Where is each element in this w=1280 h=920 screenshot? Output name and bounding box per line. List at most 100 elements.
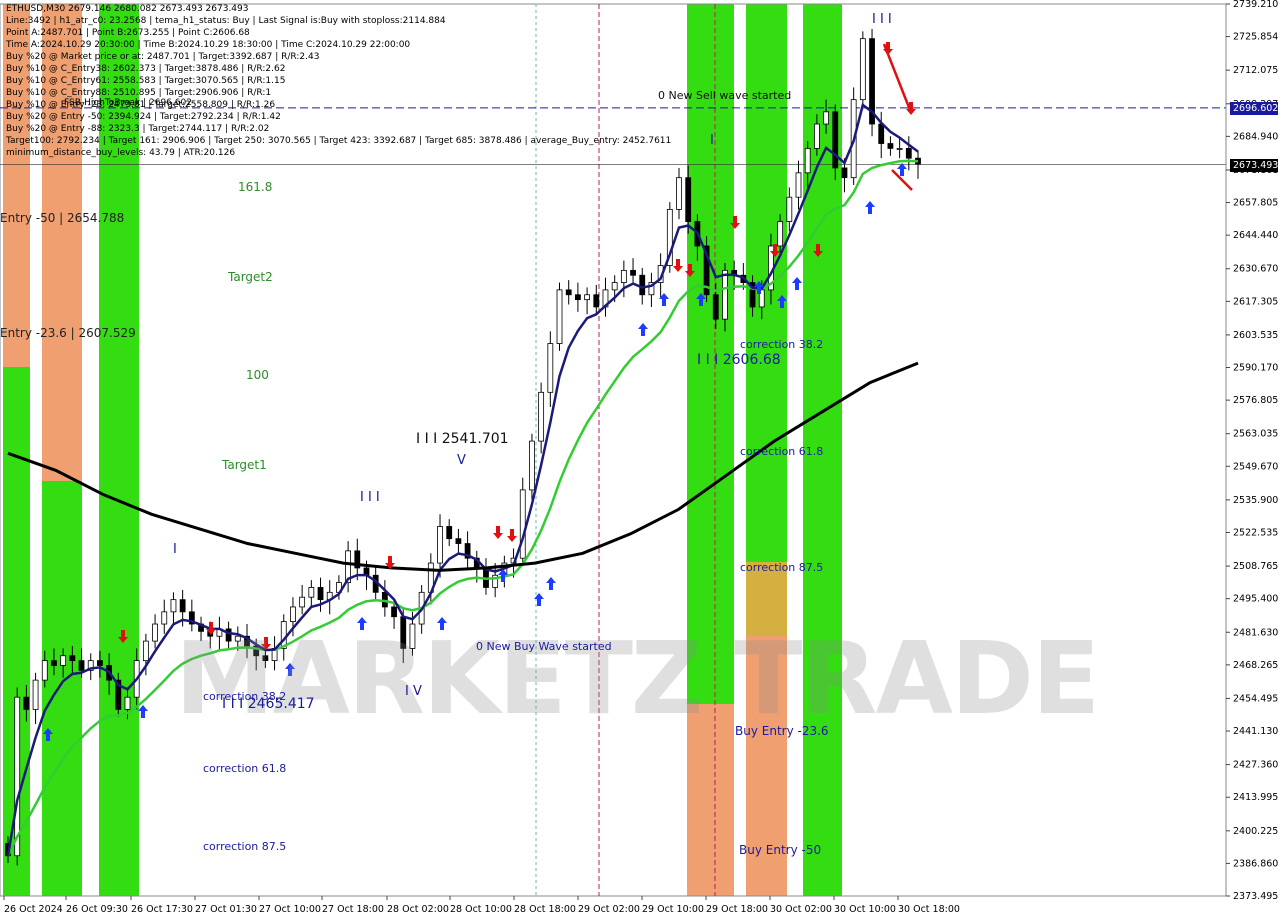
candle-body: [152, 623, 158, 642]
x-tick-label: 29 Oct 18:00: [706, 904, 768, 915]
new-sell-wave-label: 0 New Sell wave started: [658, 89, 792, 102]
y-tick-label: 2603.535: [1233, 330, 1278, 341]
candle-body: [547, 343, 554, 393]
candle-body: [161, 611, 168, 625]
wave-price-2606-label: I I I 2606.68: [697, 352, 781, 368]
candle-body: [859, 38, 866, 101]
current-price-box: 2673.493: [1230, 159, 1278, 172]
x-tick-label: 29 Oct 02:00: [578, 904, 640, 915]
zone-rect: [42, 481, 82, 896]
sell-arrow-icon: [673, 259, 683, 272]
y-tick-label: 2535.900: [1233, 495, 1278, 506]
correction-382-right: correction 38.2: [740, 338, 824, 351]
wave-top-label: I I I: [872, 12, 892, 27]
y-tick-label: 2563.035: [1233, 429, 1278, 440]
x-tick-label: 30 Oct 10:00: [834, 904, 896, 915]
y-tick-label: 2413.995: [1233, 792, 1278, 803]
y-tick-label: 2549.670: [1233, 461, 1278, 472]
info-line: Buy %10 @ C_Entry88: 2510.895 | Target:2…: [6, 88, 272, 98]
y-axis: 2739.2102725.8542712.0752698.2972684.940…: [1225, 0, 1278, 902]
candle-body: [565, 289, 572, 296]
candle-body: [455, 538, 462, 544]
info-line: Line:3492 | h1_atr_c0: 23.2568 | tema_h1…: [6, 16, 446, 26]
candle-body: [308, 587, 315, 598]
candle-body: [887, 143, 894, 149]
zone-rect: [746, 474, 787, 562]
y-tick-label: 2400.225: [1233, 826, 1278, 837]
buy-entry-50-label: Buy Entry -50: [739, 843, 822, 857]
candle-body: [51, 660, 57, 666]
candle-body: [813, 123, 820, 149]
x-tick-label: 30 Oct 02:00: [770, 904, 832, 915]
y-tick-label: 2454.495: [1233, 693, 1278, 704]
y-tick-label: 2617.305: [1233, 296, 1278, 307]
buy-arrow-icon: [865, 201, 875, 214]
candle-body: [124, 696, 131, 710]
y-tick-label: 2522.535: [1233, 527, 1278, 538]
x-axis: 26 Oct 2024 26 Oct 09:30 26 Oct 17:30 27 Oc…: [3, 896, 960, 915]
wave-price-2541-label: I I I 2541.701: [416, 431, 509, 447]
y-tick-label: 2481.630: [1233, 627, 1278, 638]
buy-arrow-icon: [792, 277, 802, 290]
info-line: Buy %10 @ C_Entry61: 2558.583 | Target:3…: [6, 76, 286, 86]
candle-body: [795, 172, 802, 198]
wave-iii-left-label: I I I: [360, 490, 380, 505]
info-line: minimum_distance_buy_levels: 43.79 | ATR…: [6, 148, 236, 158]
candle-body: [878, 123, 885, 144]
candle-body: [593, 294, 600, 308]
candle-body: [722, 269, 728, 320]
candle-body: [179, 599, 186, 613]
sell-trend-line: [882, 43, 912, 111]
wave-i-mid-label: I: [710, 133, 714, 148]
correction-875-right: correction 87.5: [740, 561, 824, 574]
x-tick-label: 26 Oct 17:30: [131, 904, 193, 915]
candle-body: [60, 655, 67, 666]
wave-v-label: V: [457, 453, 466, 468]
y-tick-label: 2441.130: [1233, 726, 1278, 737]
candle-body: [630, 269, 636, 276]
candle-body: [142, 640, 149, 662]
sell-arrow-icon: [493, 526, 503, 539]
y-tick-label: 2684.940: [1233, 131, 1278, 142]
fsb-high-label: FSB-HighToBreak | 2696.602: [64, 98, 192, 108]
y-tick-label: 2508.765: [1233, 561, 1278, 572]
candle-body: [69, 655, 76, 662]
candle-body: [170, 599, 177, 613]
target1-label: Target1: [222, 458, 267, 472]
candle-body: [823, 111, 829, 125]
wave-iv-label: I V: [405, 684, 422, 699]
entry-236-label: Entry -23.6 | 2607.529: [0, 326, 136, 340]
buy-arrow-icon: [638, 323, 648, 336]
candle-body: [620, 269, 627, 283]
correction-618-left: correction 61.8: [203, 762, 287, 775]
y-tick-label: 2630.670: [1233, 264, 1278, 275]
y-tick-label: 2644.440: [1233, 230, 1278, 241]
x-tick-label: 28 Oct 10:00: [450, 904, 512, 915]
candle-body: [804, 148, 811, 174]
entry-50-label: Entry -50 | 2654.788: [0, 211, 125, 225]
info-line: Buy %20 @ Entry -50: 2394.924 | Target:2…: [6, 112, 281, 122]
info-line: Buy %10 @ C_Entry38: 2602.373 | Target:3…: [6, 64, 286, 74]
candle-body: [584, 294, 590, 301]
y-tick-label: 2495.400: [1233, 594, 1278, 605]
target2-label: Target2: [228, 270, 273, 284]
x-tick-label: 28 Oct 18:00: [514, 904, 576, 915]
y-tick-label: 2657.805: [1233, 198, 1278, 209]
buy-arrow-icon: [897, 163, 907, 176]
candle-body: [676, 177, 682, 210]
y-tick-label: 2712.075: [1233, 65, 1278, 76]
y-tick-label: 2427.360: [1233, 760, 1278, 771]
buy-arrow-icon: [546, 577, 556, 590]
info-line: ETHUSD,M30 2679.146 2680.082 2673.493 26…: [6, 4, 249, 14]
candle-body: [97, 660, 103, 666]
candle-body: [529, 440, 535, 491]
x-tick-label: 26 Oct 09:30: [66, 904, 128, 915]
new-buy-wave-label: 0 New Buy Wave started: [476, 640, 612, 653]
info-line: Buy %20 @ Market price or at: 2487.701 |…: [6, 52, 320, 62]
high-to-break-price-box: 2696.602: [1230, 102, 1278, 115]
buy-entry-236-label: Buy Entry -23.6: [735, 724, 829, 738]
candle-body: [556, 289, 563, 344]
y-tick-label: 2590.170: [1233, 363, 1278, 374]
info-line: Time A:2024.10.29 20:30:00 | Time B:2024…: [6, 40, 411, 50]
candle-body: [391, 606, 397, 618]
